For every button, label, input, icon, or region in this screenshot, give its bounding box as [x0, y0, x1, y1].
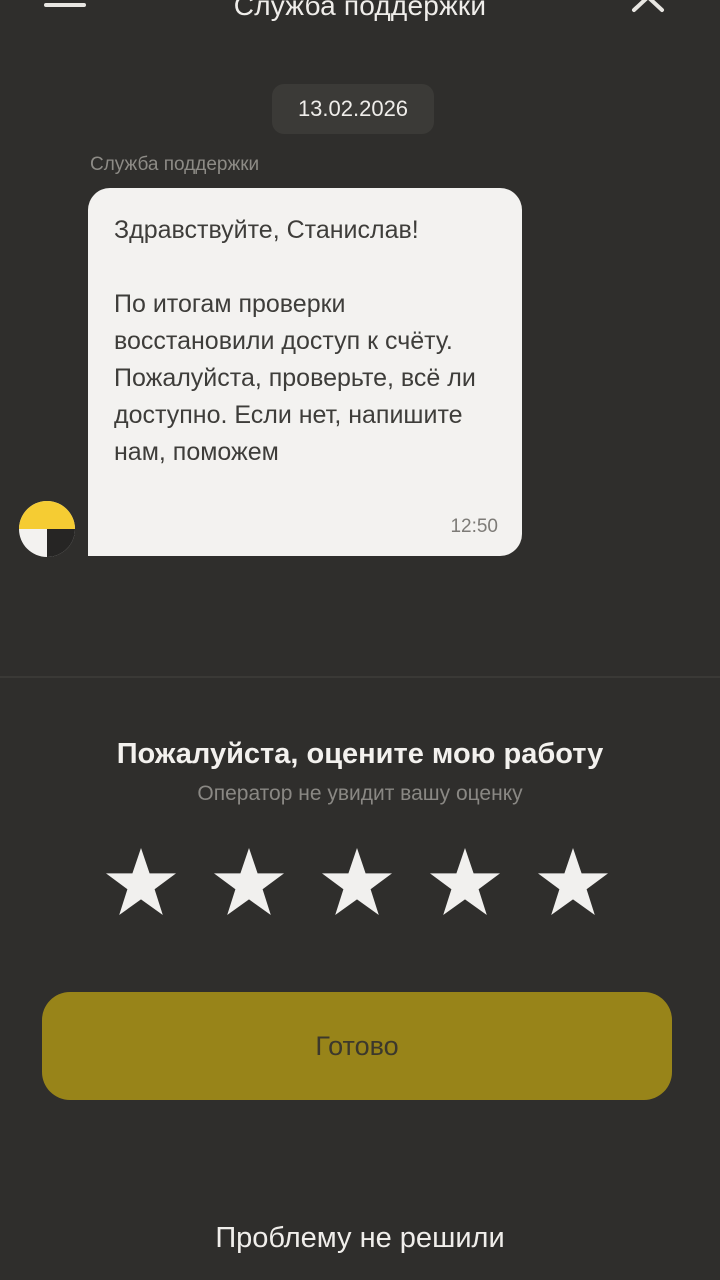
star-3-icon[interactable] [320, 846, 394, 918]
problem-not-solved-link[interactable]: Проблему не решили [0, 1222, 720, 1255]
star-1-icon[interactable] [104, 846, 178, 918]
done-button[interactable]: Готово [42, 992, 672, 1100]
support-chat-screen: Служба поддержки 13.02.2026 Служба подде… [0, 0, 720, 1280]
sender-name: Служба поддержки [90, 154, 260, 175]
close-icon[interactable] [628, 0, 668, 20]
date-separator: 13.02.2026 [272, 84, 434, 134]
rating-title: Пожалуйста, оцените мою работу [116, 738, 604, 770]
star-2-icon[interactable] [212, 846, 286, 918]
star-5-icon[interactable] [536, 846, 610, 918]
header-title: Служба поддержки [233, 0, 487, 21]
star-4-icon[interactable] [428, 846, 502, 918]
message-time: 12:50 [450, 516, 498, 537]
header: Служба поддержки [0, 0, 720, 40]
message-bubble: Здравствуйте, Станислав! По итогам прове… [88, 188, 522, 556]
rating-subtitle: Оператор не увидит вашу оценку [197, 782, 523, 805]
support-avatar-icon [18, 500, 76, 558]
divider [0, 676, 720, 678]
star-rating [104, 846, 616, 918]
message-text: Здравствуйте, Станислав! По итогам прове… [114, 216, 476, 466]
